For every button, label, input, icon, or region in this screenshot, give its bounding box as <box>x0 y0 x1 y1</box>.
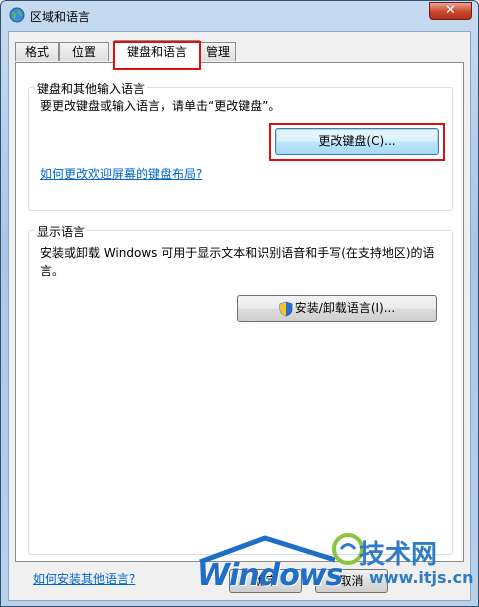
display-language-group: 显示语言 安装或卸载 Windows 可用于显示文本和识别语音和手写(在支持地区… <box>28 223 453 555</box>
tab-keyboards-languages[interactable]: 键盘和语言 <box>114 40 200 63</box>
display-description-line2: 言。 <box>40 264 65 278</box>
change-keyboards-button[interactable]: 更改键盘(C)... <box>275 128 439 155</box>
title-bar[interactable]: 区域和语言 ✕ <box>1 1 478 29</box>
close-button[interactable]: ✕ <box>429 2 472 20</box>
window-title: 区域和语言 <box>30 10 91 24</box>
ok-button[interactable]: 确定 <box>229 569 302 593</box>
tab-panel: 键盘和其他输入语言 要更改键盘或输入语言，请单击“更改键盘”。 更改键盘(C).… <box>15 62 464 562</box>
tab-location[interactable]: 位置 <box>59 42 109 61</box>
dialog-window: 区域和语言 ✕ 格式 位置 键盘和语言 管理 键盘和其他输入语言 要更改键盘或输… <box>0 0 479 607</box>
keyboard-description: 要更改键盘或输入语言，请单击“更改键盘”。 <box>40 99 281 113</box>
install-button-label: 安装/卸载语言(I)... <box>294 301 396 315</box>
globe-icon <box>9 7 25 23</box>
keyboard-group: 键盘和其他输入语言 要更改键盘或输入语言，请单击“更改键盘”。 更改键盘(C).… <box>28 80 453 211</box>
keyboard-group-title: 键盘和其他输入语言 <box>35 80 148 97</box>
display-group-title: 显示语言 <box>35 223 88 240</box>
uac-shield-icon <box>279 301 293 316</box>
dialog-client-area: 格式 位置 键盘和语言 管理 键盘和其他输入语言 要更改键盘或输入语言，请单击“… <box>8 31 471 601</box>
cancel-button[interactable]: 取消 <box>315 569 388 593</box>
display-description-line1: 安装或卸载 Windows 可用于显示文本和识别语音和手写(在支持地区)的语 <box>40 246 435 260</box>
tab-formats[interactable]: 格式 <box>15 42 59 61</box>
tab-administrative[interactable]: 管理 <box>200 42 236 61</box>
install-other-languages-link[interactable]: 如何安装其他语言? <box>33 570 135 587</box>
keyboard-layout-help-link[interactable]: 如何更改欢迎屏幕的键盘布局? <box>40 165 202 182</box>
install-uninstall-languages-button[interactable]: 安装/卸载语言(I)... <box>237 295 437 322</box>
